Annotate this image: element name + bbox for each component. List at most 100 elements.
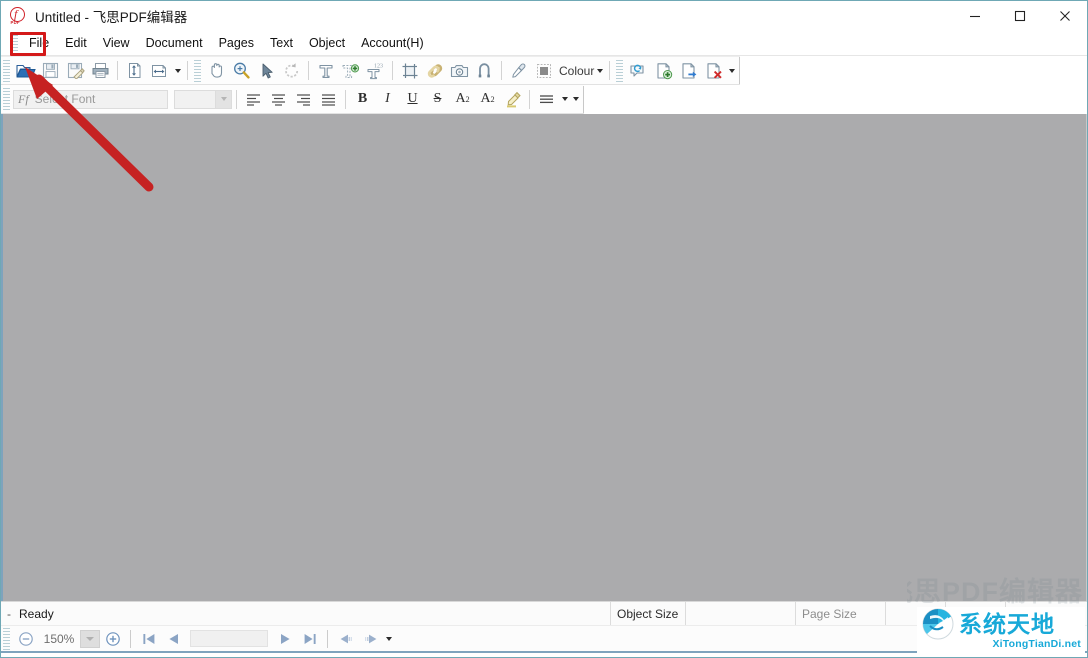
merge-pages-icon[interactable] [626,58,651,83]
line-spacing-caret-icon[interactable] [559,87,570,112]
window-controls [952,1,1087,31]
font-glyph-icon: Ff [18,92,29,107]
toolbar-separator [236,90,237,109]
text-order-icon[interactable]: 123 [363,58,388,83]
italic-button[interactable]: I [375,87,400,112]
select-arrow-icon[interactable] [254,58,279,83]
save-icon[interactable] [38,58,63,83]
zoom-out-icon[interactable] [13,627,38,651]
nav-forward-icon[interactable] [358,627,383,651]
toolbar-separator [501,61,502,80]
eyedropper-icon[interactable] [506,58,531,83]
crop-icon[interactable] [397,58,422,83]
zoom-in-icon-bottom[interactable] [100,627,125,651]
close-icon[interactable] [1042,1,1087,31]
zoom-in-icon[interactable] [229,58,254,83]
camera-icon[interactable] [447,58,472,83]
bold-button[interactable]: B [350,87,375,112]
page-group-gripper[interactable] [616,60,623,82]
colour-swatch-icon[interactable] [531,58,556,83]
delete-page-icon[interactable] [701,58,726,83]
svg-text:123: 123 [374,63,383,69]
export-page-icon[interactable] [676,58,701,83]
bottom-separator [130,630,131,648]
toolbar-separator [345,90,346,109]
font-size-combo[interactable] [174,90,232,109]
zoom-level-dropdown-icon[interactable] [80,630,100,648]
toolbar-separator [187,61,188,80]
format-toolbar-gripper[interactable] [3,88,10,110]
main-toolbar-filler [740,56,1087,85]
hand-tool-icon[interactable] [204,58,229,83]
superscript-button[interactable]: A2 [450,87,475,112]
menu-item-edit[interactable]: Edit [57,33,95,53]
menu-item-pages[interactable]: Pages [211,33,262,53]
zoom-level-value[interactable]: 150% [38,632,80,646]
align-center-icon[interactable] [266,87,291,112]
bottom-separator [327,630,328,648]
fit-dropdown-caret-icon[interactable] [172,58,183,83]
align-right-icon[interactable] [291,87,316,112]
main-toolbar: 123 [1,56,1087,85]
pdf-logo-icon: f PDF [9,7,27,25]
align-justify-icon[interactable] [316,87,341,112]
subscript-button[interactable]: A2 [475,87,500,112]
page-number-input[interactable] [190,630,268,647]
watermark-ghost-label: 飞思PDF编辑器 [907,575,1083,605]
edit-text-icon[interactable] [338,58,363,83]
menu-item-object[interactable]: Object [301,33,353,53]
status-object-size-value [686,602,796,625]
tools-group-gripper[interactable] [194,60,201,82]
subscript-label: A [480,91,490,107]
link-icon[interactable] [422,58,447,83]
font-name-input[interactable]: Ff Select Font [13,90,168,109]
strikethrough-button[interactable]: S [425,87,450,112]
align-left-icon[interactable] [241,87,266,112]
fit-width-icon[interactable] [147,58,172,83]
bottom-bar-gripper[interactable] [3,628,10,650]
menu-item-text[interactable]: Text [262,33,301,53]
magnet-icon[interactable] [472,58,497,83]
save-as-icon[interactable] [63,58,88,83]
colour-dropdown-caret-icon[interactable] [594,58,605,83]
globe-arrow-icon [921,607,955,641]
next-page-icon[interactable] [272,627,297,651]
status-ready-cell: - Ready [1,602,611,625]
line-spacing-icon[interactable] [534,87,559,112]
font-size-dropdown-icon[interactable] [215,91,231,108]
page-group-caret-icon[interactable] [726,58,737,83]
fit-height-icon[interactable] [122,58,147,83]
format-overflow-caret-icon[interactable] [570,87,581,112]
menubar-gripper[interactable] [11,32,18,54]
menu-item-file[interactable]: File [21,33,57,53]
insert-page-icon[interactable] [651,58,676,83]
watermark-ghost-text: 飞思PDF编辑器 [907,575,1083,605]
main-toolbar-gripper[interactable] [3,60,10,82]
toolbars: 123 [1,56,1087,114]
toolbar-separator [117,61,118,80]
prev-page-icon[interactable] [161,627,186,651]
menu-item-account[interactable]: Account(H) [353,33,432,53]
highlight-button[interactable] [500,87,525,112]
format-toolbar-filler [584,85,1087,114]
format-toolbar: Ff Select Font [1,85,1087,114]
watermark-logo: 系统天地 XiTongTianDi.net [917,607,1085,655]
status-dash: - [7,607,11,621]
status-page-size-label: Page Size [796,602,886,625]
document-canvas[interactable] [1,114,1087,601]
last-page-icon[interactable] [297,627,322,651]
underline-button[interactable]: U [400,87,425,112]
bottom-overflow-caret-icon[interactable] [383,626,394,651]
print-icon[interactable] [88,58,113,83]
rotate-icon[interactable] [279,58,304,83]
open-folder-icon[interactable] [13,58,38,83]
maximize-icon[interactable] [997,1,1042,31]
minimize-icon[interactable] [952,1,997,31]
menu-item-document[interactable]: Document [138,33,211,53]
nav-back-icon[interactable] [333,627,358,651]
add-text-icon[interactable] [313,58,338,83]
menu-item-view[interactable]: View [95,33,138,53]
first-page-icon[interactable] [136,627,161,651]
font-name-placeholder: Select Font [35,92,96,106]
title-bar: f PDF Untitled - 飞思PDF编辑器 [1,1,1087,31]
